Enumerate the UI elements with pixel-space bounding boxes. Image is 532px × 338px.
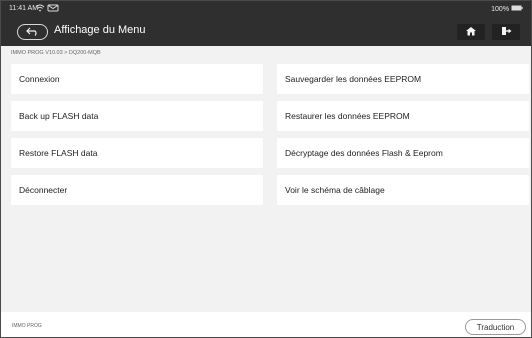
menu-left-column: Connexion Back up FLASH data Restore FLA… bbox=[11, 64, 263, 212]
menu-right-column: Sauvegarder les données EEPROM Restaurer… bbox=[277, 64, 529, 212]
status-icons bbox=[35, 4, 59, 14]
back-arrow-icon bbox=[25, 23, 40, 41]
status-time: 11:41 AM bbox=[9, 5, 39, 12]
menu-item-decryptage-flash-eeprom[interactable]: Décryptage des données Flash & Eeprom bbox=[277, 138, 529, 168]
exit-icon bbox=[500, 23, 512, 41]
wifi-icon bbox=[35, 4, 47, 14]
app-window: 11:41 AM 100% Affichage du Menu IMMO PRO… bbox=[0, 0, 532, 338]
menu-item-sauvegarder-eeprom[interactable]: Sauvegarder les données EEPROM bbox=[277, 64, 529, 94]
footer-label: IMMO PROG bbox=[12, 323, 42, 329]
page-title: Affichage du Menu bbox=[54, 24, 146, 36]
battery-percent: 100% bbox=[491, 6, 510, 13]
home-icon bbox=[465, 23, 477, 41]
menu-item-backup-flash[interactable]: Back up FLASH data bbox=[11, 101, 263, 131]
battery-icon bbox=[511, 5, 523, 13]
back-button[interactable] bbox=[17, 24, 48, 40]
exit-button[interactable] bbox=[492, 24, 520, 40]
battery-status: 100% bbox=[491, 5, 523, 13]
footer-bar: IMMO PROG Traduction bbox=[1, 312, 531, 337]
top-bar: 11:41 AM 100% Affichage du Menu bbox=[1, 1, 531, 46]
breadcrumb: IMMO PROG V10.03 > DQ200-MQB bbox=[11, 50, 101, 56]
menu-item-deconnecter[interactable]: Déconnecter bbox=[11, 175, 263, 205]
translate-button[interactable]: Traduction bbox=[465, 319, 526, 335]
message-icon bbox=[47, 4, 59, 14]
menu-item-restore-flash[interactable]: Restore FLASH data bbox=[11, 138, 263, 168]
menu-item-connexion[interactable]: Connexion bbox=[11, 64, 263, 94]
home-button[interactable] bbox=[457, 24, 485, 40]
menu-item-schema-cablage[interactable]: Voir le schéma de câblage bbox=[277, 175, 529, 205]
menu-item-restaurer-eeprom[interactable]: Restaurer les données EEPROM bbox=[277, 101, 529, 131]
